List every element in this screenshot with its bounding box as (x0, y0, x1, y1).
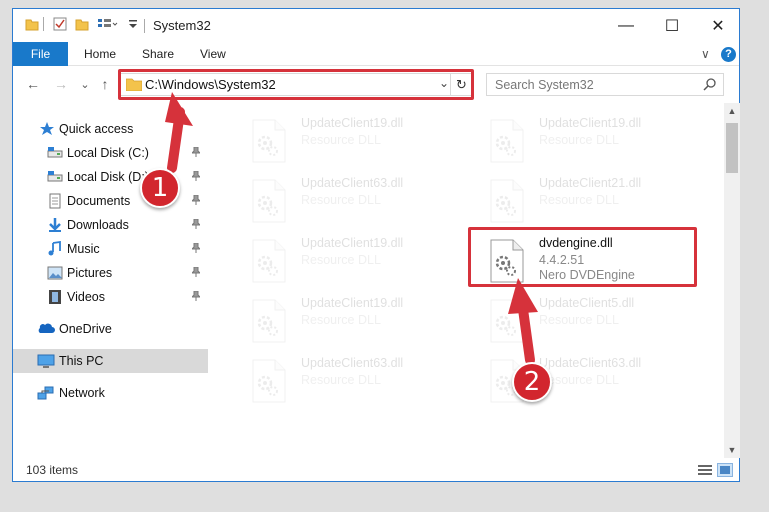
annotation-arrows (165, 92, 538, 365)
annotation-badge-1: 1 (140, 168, 180, 208)
arrow-2 (508, 278, 538, 365)
annotation-badge-2: 2 (512, 362, 552, 402)
arrow-1 (165, 92, 193, 173)
